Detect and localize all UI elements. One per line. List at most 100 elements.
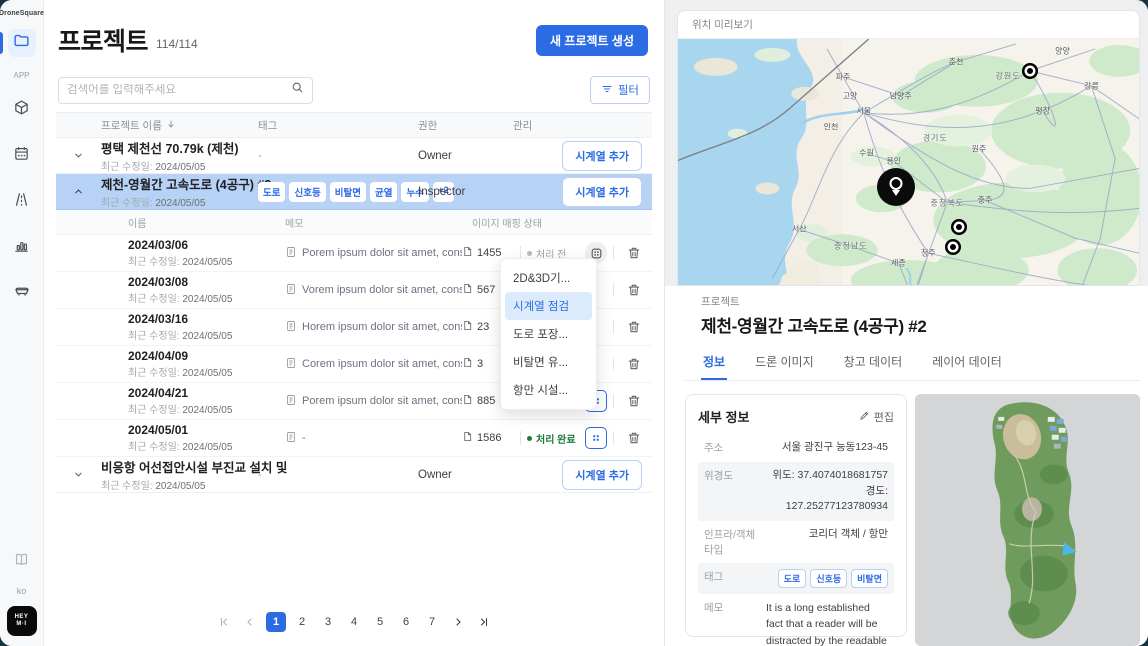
collapse-button[interactable] bbox=[56, 186, 101, 197]
sidebar-item-road[interactable] bbox=[8, 188, 36, 216]
project-modified: 최근 수정일: 2024/05/05 bbox=[101, 194, 258, 209]
orthomosaic-svg bbox=[915, 394, 1140, 646]
context-menu-item[interactable]: 2D&3D기... bbox=[505, 264, 592, 292]
timeseries-date: 2024/03/08 bbox=[128, 275, 285, 289]
actions-context-menu: 2D&3D기...시계열 점검도로 포장...비탈면 유...항만 시설... bbox=[500, 258, 597, 410]
image-count: 3 bbox=[477, 358, 483, 370]
heymi-logo: HEY M·I bbox=[7, 606, 37, 636]
project-info-section: 프로젝트 제천-영월간 고속도로 (4공구) #2 정보드론 이미지창고 데이터… bbox=[665, 286, 1148, 646]
delete-button[interactable] bbox=[624, 354, 644, 374]
image-count: 1586 bbox=[477, 432, 501, 444]
sidebar-item-docs[interactable] bbox=[8, 548, 36, 576]
project-name: 비응항 어선접안시설 부진교 설치 및 bbox=[101, 457, 258, 476]
project-name: 제천-영월간 고속도로 (4공구) #2 bbox=[101, 174, 258, 193]
edit-button[interactable]: 편집 bbox=[859, 409, 894, 425]
delete-button[interactable] bbox=[624, 428, 644, 448]
timeseries-row[interactable]: 2024/05/01 최근 수정일: 2024/05/05 - 1586 처리 … bbox=[56, 420, 652, 457]
add-timeseries-button[interactable]: 시계열 추가 bbox=[562, 141, 642, 171]
latitude-value: 위도: 37.4074018681757 bbox=[772, 469, 888, 481]
brand-logo: DroneSquare bbox=[0, 10, 44, 17]
sort-desc-icon[interactable] bbox=[166, 119, 176, 132]
map-marker[interactable] bbox=[945, 239, 961, 255]
location-preview-title: 위치 미리보기 bbox=[678, 11, 1139, 39]
orthomosaic-thumbnail[interactable] bbox=[915, 394, 1140, 646]
road-icon bbox=[13, 191, 30, 213]
sidebar-item-drone[interactable] bbox=[8, 280, 36, 308]
detail-tab[interactable]: 드론 이미지 bbox=[753, 347, 816, 380]
delete-button[interactable] bbox=[624, 391, 644, 411]
context-menu-item[interactable]: 시계열 점검 bbox=[505, 292, 592, 320]
subcol-header-status: 이미지 매핑 상태 bbox=[472, 215, 652, 230]
add-timeseries-button[interactable]: 시계열 추가 bbox=[562, 460, 642, 490]
page-number-list: 1234567 bbox=[266, 612, 442, 632]
search-icon bbox=[291, 81, 304, 99]
next-page-button[interactable] bbox=[448, 612, 468, 632]
page-number-button[interactable]: 6 bbox=[396, 612, 416, 632]
edit-label: 편집 bbox=[874, 409, 894, 425]
image-count: 1455 bbox=[477, 247, 501, 259]
expand-button[interactable] bbox=[56, 469, 101, 480]
drone-icon bbox=[13, 283, 31, 306]
timeseries-modified: 최근 수정일: 2024/05/05 bbox=[128, 438, 285, 453]
add-timeseries-button[interactable]: 시계열 추가 bbox=[562, 177, 642, 207]
project-tags-empty: - bbox=[258, 150, 418, 162]
detail-tab[interactable]: 레이어 데이터 bbox=[930, 347, 1004, 380]
detail-tab[interactable]: 창고 데이터 bbox=[842, 347, 905, 380]
filter-icon bbox=[601, 83, 613, 98]
project-name: 평택 제천선 70.79k (제천) bbox=[101, 138, 258, 157]
status-dot bbox=[527, 436, 532, 441]
sidebar-item-analytics[interactable] bbox=[8, 234, 36, 262]
project-row[interactable]: 평택 제천선 70.79k (제천) 최근 수정일: 2024/05/05 - … bbox=[56, 138, 652, 174]
field-infra-type: 인프라/객체 타입 코리더 객체 / 항만 bbox=[698, 521, 894, 563]
search-box[interactable] bbox=[58, 77, 313, 104]
filter-button[interactable]: 필터 bbox=[590, 76, 650, 104]
expand-button[interactable] bbox=[56, 150, 101, 161]
map-marker[interactable] bbox=[1022, 63, 1038, 79]
timeseries-date: 2024/03/06 bbox=[128, 238, 285, 252]
timeseries-memo: Porem ipsum dolor sit amet, consec... bbox=[302, 247, 462, 259]
delete-button[interactable] bbox=[624, 243, 644, 263]
file-icon bbox=[462, 283, 473, 297]
heymi-logo-line2: M·I bbox=[16, 621, 26, 628]
timeseries-modified: 최근 수정일: 2024/05/05 bbox=[128, 364, 285, 379]
timeseries-modified: 최근 수정일: 2024/05/05 bbox=[128, 253, 285, 268]
file-icon bbox=[462, 357, 473, 371]
map-marker[interactable] bbox=[877, 168, 915, 206]
context-menu-item[interactable]: 항만 시설... bbox=[505, 376, 592, 404]
page-number-button[interactable]: 3 bbox=[318, 612, 338, 632]
project-row[interactable]: 비응항 어선접안시설 부진교 설치 및 최근 수정일: 2024/05/05 -… bbox=[56, 457, 652, 493]
delete-button[interactable] bbox=[624, 317, 644, 337]
page-number-button[interactable]: 2 bbox=[292, 612, 312, 632]
open-actions-button[interactable] bbox=[585, 427, 607, 449]
col-header-tags: 태그 bbox=[258, 118, 418, 133]
sidebar-item-calendar[interactable] bbox=[8, 142, 36, 170]
page-number-button[interactable]: 4 bbox=[344, 612, 364, 632]
first-page-button[interactable] bbox=[214, 612, 234, 632]
sidebar-item-3d-model[interactable] bbox=[8, 96, 36, 124]
context-menu-item[interactable]: 비탈면 유... bbox=[505, 348, 592, 376]
app-section-label: APP bbox=[13, 71, 29, 80]
map-marker[interactable] bbox=[951, 219, 967, 235]
timeseries-modified: 최근 수정일: 2024/05/05 bbox=[128, 290, 285, 305]
page-number-button[interactable]: 5 bbox=[370, 612, 390, 632]
prev-page-button[interactable] bbox=[240, 612, 260, 632]
last-page-button[interactable] bbox=[474, 612, 494, 632]
search-input[interactable] bbox=[67, 84, 291, 96]
sidebar: DroneSquare APP bbox=[0, 0, 44, 646]
context-menu-item[interactable]: 도로 포장... bbox=[505, 320, 592, 348]
sidebar-item-projects[interactable] bbox=[8, 29, 36, 57]
memo-icon bbox=[285, 394, 297, 409]
pagination: 1234567 bbox=[44, 612, 664, 632]
detail-tab[interactable]: 정보 bbox=[701, 347, 727, 380]
detail-tabs: 정보 드론 이미지 창고 데이터 레이어 데이터 bbox=[685, 347, 1140, 381]
map-preview[interactable]: 파주고양서울인천남양주춘천강원도양양강릉경기도수원용인원주평창충청북도충주서산충… bbox=[678, 39, 1139, 286]
timeseries-date: 2024/05/01 bbox=[128, 423, 285, 437]
delete-button[interactable] bbox=[624, 280, 644, 300]
new-project-button[interactable]: 새 프로젝트 생성 bbox=[536, 25, 648, 56]
project-permission: Inspector bbox=[418, 186, 513, 198]
page-number-button[interactable]: 1 bbox=[266, 612, 286, 632]
locale-switch[interactable]: ko bbox=[17, 586, 27, 596]
timeseries-date: 2024/04/09 bbox=[128, 349, 285, 363]
page-number-button[interactable]: 7 bbox=[422, 612, 442, 632]
project-row-selected[interactable]: 제천-영월간 고속도로 (4공구) #2 최근 수정일: 2024/05/05 … bbox=[56, 174, 652, 210]
